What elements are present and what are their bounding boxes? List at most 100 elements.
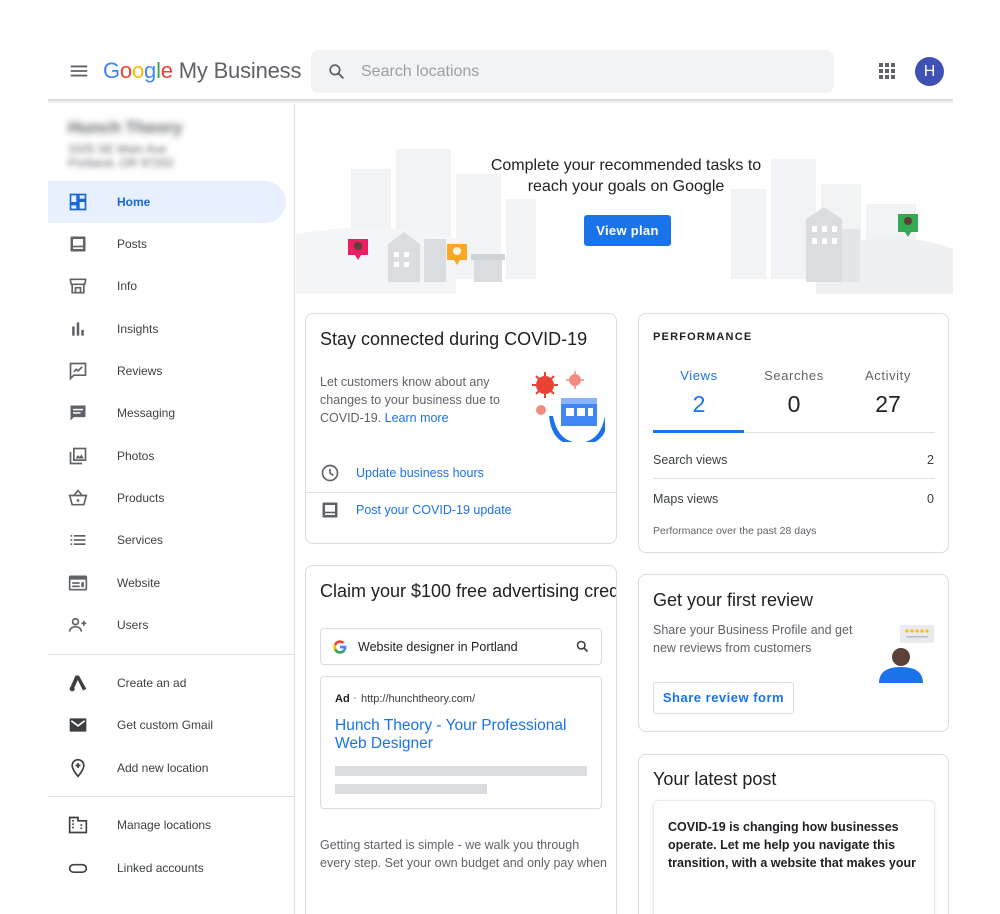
- sidebar-item-label: Reviews: [117, 364, 163, 378]
- ad-preview-search-box: Website designer in Portland: [320, 628, 602, 665]
- ad-description-placeholder: [335, 784, 487, 794]
- sidebar-item-create-ad[interactable]: Create an ad: [48, 662, 286, 704]
- tab-views[interactable]: Views 2: [653, 368, 745, 418]
- sidebar-item-label: Website: [117, 576, 161, 590]
- review-card-body: Share your Business Profile and get new …: [653, 623, 853, 655]
- latest-post-title: Your latest post: [653, 769, 777, 789]
- posts-icon: [70, 236, 86, 252]
- tab-value: 0: [787, 391, 801, 417]
- sidebar-item-label: Manage locations: [117, 818, 212, 832]
- sidebar-item-label: Products: [117, 491, 165, 505]
- post-covid-update-action[interactable]: Post your COVID-19 update: [306, 492, 616, 529]
- learn-more-link[interactable]: Learn more: [385, 411, 449, 425]
- sidebar-item-website[interactable]: Website: [48, 562, 286, 604]
- photo-library-icon: [69, 447, 87, 465]
- latest-post-preview[interactable]: COVID-19 is changing how businesses oper…: [653, 800, 935, 914]
- logo-product-name: My Business: [178, 58, 302, 83]
- tab-activity[interactable]: Activity 27: [842, 368, 934, 418]
- tab-value: 2: [692, 391, 706, 417]
- ad-separator: ·: [353, 692, 357, 704]
- search-bar[interactable]: [311, 50, 834, 93]
- update-hours-link[interactable]: Update business hours: [356, 466, 484, 480]
- account-avatar[interactable]: H: [915, 57, 944, 86]
- logo-letter: e: [160, 58, 173, 83]
- sidebar-item-linked-accounts[interactable]: Linked accounts: [48, 847, 286, 889]
- sidebar-item-manage-locations[interactable]: Manage locations: [48, 804, 286, 846]
- logo-letter: g: [144, 58, 157, 83]
- sidebar-item-insights[interactable]: Insights: [48, 308, 286, 350]
- sidebar-item-posts[interactable]: Posts: [48, 223, 286, 265]
- maps-views-value: 0: [927, 492, 934, 506]
- sidebar-item-users[interactable]: Users: [48, 604, 286, 646]
- apps-grid-icon[interactable]: [878, 62, 896, 80]
- sidebar-item-label: Add new location: [117, 761, 209, 775]
- sidebar-divider: [48, 654, 294, 655]
- performance-period-note: Performance over the past 28 days: [653, 525, 817, 537]
- covid-card-title: Stay connected during COVID-19: [320, 329, 588, 349]
- view-plan-button[interactable]: View plan: [584, 215, 671, 246]
- google-ads-icon: [69, 675, 87, 692]
- sidebar-item-label: Linked accounts: [117, 861, 204, 875]
- performance-card: PERFORMANCE Views 2 Searches 0 Activity …: [638, 313, 949, 553]
- update-hours-action[interactable]: Update business hours: [306, 455, 616, 492]
- sidebar-item-label: Home: [117, 195, 151, 209]
- post-covid-update-link[interactable]: Post your COVID-19 update: [356, 503, 512, 517]
- search-views-value: 2: [927, 453, 934, 467]
- sidebar-item-info[interactable]: Info: [48, 265, 286, 307]
- advertising-card-title: Claim your $100 free advertising credit: [320, 581, 617, 601]
- person-add-icon: [68, 617, 87, 632]
- google-my-business-logo[interactable]: Google My Business: [103, 58, 301, 84]
- ad-label: Ad: [335, 693, 350, 705]
- sidebar-item-label: Info: [117, 279, 138, 293]
- sidebar-item-photos[interactable]: Photos: [48, 435, 286, 477]
- sidebar-item-messaging[interactable]: Messaging: [48, 392, 286, 434]
- sidebar-item-products[interactable]: Products: [48, 477, 286, 519]
- recommended-tasks-banner: Complete your recommended tasks to reach…: [296, 104, 953, 294]
- sidebar-item-label: Photos: [117, 449, 155, 463]
- tab-label: Views: [680, 368, 718, 383]
- add-location-icon: [71, 758, 85, 778]
- sidebar-item-label: Services: [117, 533, 164, 547]
- search-icon[interactable]: [327, 62, 346, 81]
- share-review-form-button[interactable]: Share review form: [653, 682, 794, 714]
- logo-letter: o: [131, 58, 145, 83]
- sidebar-divider: [48, 796, 294, 797]
- storefront-icon: [69, 278, 87, 294]
- sidebar: Hunch Theory 1025 SE Main Ave Portland, …: [48, 104, 295, 914]
- sidebar-item-services[interactable]: Services: [48, 519, 286, 561]
- performance-heading: PERFORMANCE: [653, 331, 753, 343]
- sidebar-item-label: Posts: [117, 237, 148, 251]
- bar-chart-icon: [72, 322, 84, 336]
- covid-illustration: [532, 371, 605, 442]
- business-icon: [68, 816, 88, 834]
- ad-headline: Hunch Theory - Your Professional Web Des…: [335, 717, 567, 752]
- dashboard-icon: [69, 193, 87, 211]
- logo-letter: G: [103, 58, 120, 83]
- review-card-title: Get your first review: [653, 590, 814, 610]
- search-icon: [576, 640, 589, 653]
- page: Google My Business H Hunch Theory 1025 S…: [0, 0, 1000, 914]
- ad-preview: Ad · http://hunchtheory.com/ Hunch Theor…: [320, 676, 602, 809]
- sidebar-item-add-location[interactable]: Add new location: [48, 747, 286, 789]
- latest-post-card: Your latest post COVID-19 is changing ho…: [638, 754, 949, 914]
- advertising-card-body: Getting started is simple - we walk you …: [320, 838, 607, 870]
- ad-description-placeholder: [335, 766, 587, 776]
- latest-post-text: COVID-19 is changing how businesses oper…: [668, 820, 916, 870]
- search-input[interactable]: [361, 50, 821, 93]
- business-name: Hunch Theory: [68, 118, 183, 137]
- list-icon: [70, 535, 86, 545]
- row-divider: [653, 478, 935, 479]
- covid-card-body: Let customers know about any changes to …: [320, 373, 510, 427]
- review-illustration: [879, 625, 934, 683]
- hamburger-menu-icon[interactable]: [68, 60, 90, 82]
- logo-letter: o: [119, 58, 132, 83]
- sidebar-item-label: Insights: [117, 322, 159, 336]
- ad-display-url: http://hunchtheory.com/: [361, 693, 476, 705]
- maps-views-label: Maps views: [653, 492, 719, 506]
- tab-searches[interactable]: Searches 0: [748, 368, 840, 418]
- sidebar-item-reviews[interactable]: Reviews: [48, 350, 286, 392]
- sidebar-item-label: Get custom Gmail: [117, 718, 214, 732]
- sidebar-item-custom-gmail[interactable]: Get custom Gmail: [48, 704, 286, 746]
- city-illustration: [296, 149, 953, 294]
- sidebar-item-home[interactable]: Home: [48, 181, 286, 223]
